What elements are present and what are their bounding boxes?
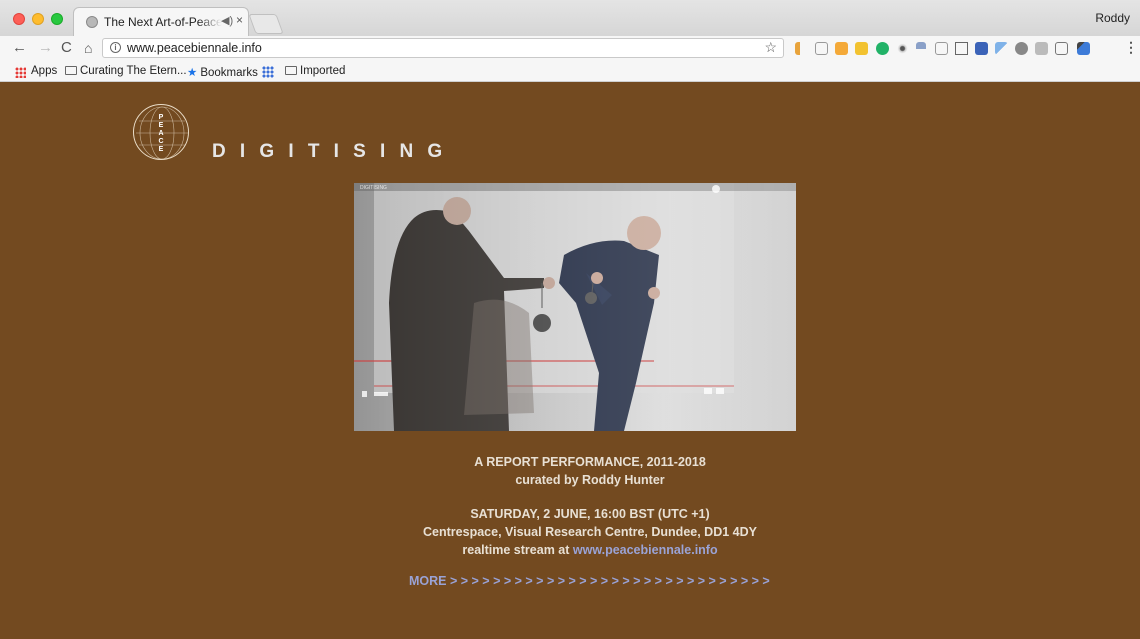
more-menu-icon[interactable]: ⋮ — [1124, 39, 1138, 56]
extension-chart-icon[interactable] — [835, 42, 848, 55]
svg-text:E: E — [159, 146, 164, 153]
svg-text:E: E — [159, 122, 164, 129]
page-content: P E A C E DIGITISING DIGITISING A REPORT… — [0, 82, 1140, 639]
extension-script-icon[interactable] — [1055, 42, 1068, 55]
logo-globe-icon: P E A C E — [136, 106, 188, 160]
performance-video[interactable]: DIGITISING — [354, 183, 796, 431]
more-arrows: > > > > > > > > > > > > > > > > > > > > … — [449, 574, 770, 588]
apps-grid-icon[interactable] — [15, 67, 26, 78]
video-frame-image: DIGITISING — [354, 183, 796, 431]
extension-gear-icon[interactable] — [1015, 42, 1028, 55]
stream-line: realtime stream at www.peacebiennale.inf… — [340, 541, 840, 559]
browser-tab[interactable]: The Next Art-of-Peace Biennale ◀) × — [73, 7, 249, 36]
extension-flag-icon[interactable] — [795, 42, 808, 55]
home-icon[interactable]: ⌂ — [84, 40, 92, 56]
url-text[interactable]: www.peacebiennale.info — [127, 41, 262, 55]
site-info-icon[interactable]: i — [110, 42, 121, 53]
bookmarks-bar: Apps Curating The Etern... ★ Bookmarks Im… — [0, 62, 1140, 82]
address-bar[interactable]: i www.peacebiennale.info ☆ — [102, 38, 784, 58]
folder-icon — [65, 66, 77, 75]
extension-blue-square-icon[interactable] — [975, 42, 988, 55]
tab-close-icon[interactable]: × — [236, 13, 243, 27]
window-maximize-button[interactable] — [51, 13, 63, 25]
event-title: A REPORT PERFORMANCE, 2011-2018 — [474, 455, 706, 469]
window-minimize-button[interactable] — [32, 13, 44, 25]
new-tab-button[interactable] — [248, 14, 284, 34]
site-favicon-icon — [86, 16, 98, 28]
bookmark-label: Imported — [300, 65, 346, 77]
back-arrow-icon[interactable]: ← — [12, 39, 27, 56]
extension-k-icon[interactable] — [1035, 42, 1048, 55]
video-overlay-title: DIGITISING — [360, 185, 387, 191]
extension-eye-icon[interactable] — [896, 42, 909, 55]
bookmark-star-icon[interactable]: ☆ — [764, 39, 777, 56]
svg-text:P: P — [159, 114, 164, 121]
event-date: SATURDAY, 2 JUNE, 16:00 BST (UTC +1) — [470, 507, 710, 521]
stream-prefix: realtime stream at — [462, 543, 570, 557]
tab-title: The Next Art-of-Peace Biennale — [104, 15, 222, 29]
stream-link[interactable]: www.peacebiennale.info — [573, 543, 718, 557]
tab-strip: The Next Art-of-Peace Biennale ◀) × Rodd… — [0, 0, 1140, 36]
extension-crop-icon[interactable] — [955, 42, 968, 55]
bookmark-apps[interactable]: Apps — [31, 65, 57, 77]
art-of-peace-logo[interactable]: P E A C E — [133, 104, 189, 160]
curator-line: curated by Roddy Hunter — [515, 473, 665, 487]
extension-pen-icon[interactable] — [1077, 42, 1090, 55]
bookmark-bookmarks[interactable]: ★ Bookmarks — [187, 65, 258, 79]
star-icon: ★ — [187, 67, 198, 79]
profile-name[interactable]: Roddy — [1095, 11, 1130, 25]
window-close-button[interactable] — [13, 13, 25, 25]
extension-grammarly-icon[interactable] — [876, 42, 889, 55]
reload-icon[interactable]: C — [61, 39, 72, 56]
browser-toolbar: ← → C ⌂ i www.peacebiennale.info ☆ ⋮ — [0, 36, 1140, 62]
bookmark-curating-folder[interactable]: Curating The Etern... — [65, 65, 187, 77]
extension-page-icon[interactable] — [935, 42, 948, 55]
bookmark-label: Bookmarks — [200, 67, 258, 79]
speaker-icon[interactable]: ◀) — [221, 14, 233, 27]
more-label: MORE — [409, 574, 447, 588]
folder-icon — [285, 66, 297, 75]
extension-camera-icon[interactable] — [815, 42, 828, 55]
more-link[interactable]: MORE > > > > > > > > > > > > > > > > > >… — [409, 574, 770, 588]
svg-text:C: C — [158, 138, 163, 145]
extension-image-icon[interactable] — [855, 42, 868, 55]
svg-text:A: A — [158, 130, 163, 137]
bookmark-label: Curating The Etern... — [80, 65, 187, 77]
event-venue: Centrespace, Visual Research Centre, Dun… — [423, 525, 757, 539]
grid-bookmark-icon[interactable] — [262, 66, 274, 78]
extension-bookmark-icon[interactable] — [995, 42, 1008, 55]
page-headline: DIGITISING — [212, 141, 457, 162]
bookmark-imported-folder[interactable]: Imported — [285, 65, 345, 77]
extension-download-icon[interactable] — [916, 42, 926, 55]
forward-arrow-icon[interactable]: → — [38, 39, 53, 56]
